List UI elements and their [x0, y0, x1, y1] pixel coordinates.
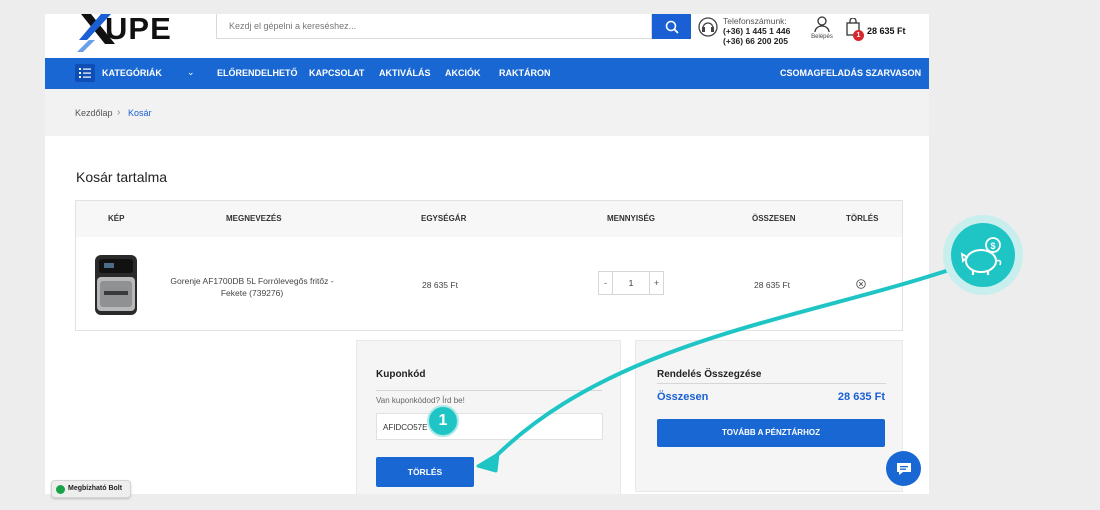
coupon-delete-button[interactable]: TÖRLÉS [376, 457, 474, 487]
nav-categories[interactable]: KATEGÓRIÁK [102, 68, 162, 78]
search-input[interactable]: Kezdj el gépelni a kereséshez... [216, 14, 652, 39]
decrease-button[interactable]: - [599, 272, 612, 294]
table-header: KÉP MEGNEVEZÉS EGYSÉGÁR MENNYISÉG ÖSSZES… [76, 201, 902, 237]
header: UPE Kezdj el gépelni a kereséshez... Tel… [45, 14, 929, 58]
divider [657, 383, 886, 384]
piggy-bank-circle: $ [951, 223, 1015, 287]
column-header-total: ÖSSZESEN [752, 214, 796, 223]
summary-heading: Rendelés Összegzése [657, 369, 762, 380]
column-header-unit-price: EGYSÉGÁR [421, 214, 467, 223]
step-number-badge: 1 [427, 405, 459, 437]
row-total: 28 635 Ft [754, 280, 790, 290]
cart-total: 28 635 Ft [867, 26, 906, 36]
coupon-code-input[interactable]: AFIDCO57E [376, 413, 603, 440]
column-header-quantity: MENNYISÉG [607, 214, 656, 223]
nav-item-contact[interactable]: KAPCSOLAT [309, 68, 364, 78]
cart-count-badge: 1 [853, 30, 864, 41]
nav-item-in-stock[interactable]: RAKTÁRON [499, 68, 551, 78]
logo[interactable]: UPE [75, 14, 195, 52]
summary-total-label: Összesen [657, 391, 709, 403]
piggy-bank-glyph: $ [960, 237, 1002, 275]
chat-icon [896, 462, 911, 475]
remove-item-icon[interactable] [856, 279, 866, 289]
coupon-hint: Van kuponkódod? Írd be! [376, 396, 465, 405]
column-header-name: MEGNEVEZÉS [226, 214, 282, 223]
cart-table: KÉP MEGNEVEZÉS EGYSÉGÁR MENNYISÉG ÖSSZES… [75, 200, 903, 331]
summary-total-value: 28 635 Ft [837, 391, 885, 403]
headset-icon [698, 17, 718, 37]
coupon-panel: Kuponkód Van kuponkódod? Írd be! AFIDCO5… [356, 340, 621, 494]
product-name-line-2: Fekete (739276) [220, 288, 284, 298]
quantity-input[interactable]: 1 [612, 272, 650, 294]
search-button[interactable] [652, 14, 691, 39]
login-label: Belépés [811, 34, 833, 40]
user-icon [814, 16, 830, 33]
increase-button[interactable]: + [650, 272, 663, 294]
chat-button[interactable] [886, 451, 921, 486]
logo-text: UPE [105, 14, 172, 46]
nav-item-preorder[interactable]: ELŐRENDELHETŐ [217, 68, 298, 78]
page-title: Kosár tartalma [76, 169, 168, 185]
nav-item-activation[interactable]: AKTIVÁLÁS [379, 68, 431, 78]
quantity-stepper: - 1 + [598, 271, 664, 295]
cart-button[interactable]: 1 28 635 Ft [843, 18, 913, 41]
product-name-line-1: Gorenje AF1700DB 5L Forrólevegős fritőz … [170, 276, 334, 286]
breadcrumb-current: Kosár [128, 108, 152, 118]
menu-icon[interactable] [75, 64, 95, 82]
phone-number-1[interactable]: (+36) 1 445 1 446 [723, 26, 790, 36]
column-header-image: KÉP [108, 214, 125, 223]
phone-contact: Telefonszámunk: (+36) 1 445 1 446 (+36) … [697, 14, 797, 48]
column-header-delete: TÖRLÉS [846, 214, 879, 223]
login-button[interactable]: Belépés [809, 14, 835, 44]
check-icon [56, 485, 65, 494]
divider [376, 390, 602, 391]
product-image[interactable] [92, 253, 140, 317]
list-icon [79, 68, 91, 78]
order-summary-panel: Rendelés Összegzése Összesen 28 635 Ft T… [635, 340, 903, 492]
product-name[interactable]: Gorenje AF1700DB 5L Forrólevegős fritőz … [158, 275, 346, 299]
piggy-bank-icon: $ [943, 215, 1023, 295]
trust-badge-label: Megbízható Bolt [68, 485, 123, 492]
unit-price: 28 635 Ft [422, 280, 458, 290]
checkout-button[interactable]: TOVÁBB A PÉNZTÁRHOZ [657, 419, 885, 447]
svg-text:$: $ [990, 241, 995, 251]
phone-label: Telefonszámunk: [723, 16, 787, 26]
chevron-down-icon[interactable]: ⌄ [187, 67, 195, 78]
page: UPE Kezdj el gépelni a kereséshez... Tel… [45, 14, 929, 494]
phone-number-2[interactable]: (+36) 66 200 205 [723, 36, 788, 46]
search-icon [665, 20, 679, 34]
coupon-heading: Kuponkód [376, 369, 426, 380]
breadcrumb-separator-icon: › [117, 107, 121, 118]
trust-badge[interactable]: Megbízható Bolt [51, 480, 131, 498]
main-nav: KATEGÓRIÁK ⌄ ELŐRENDELHETŐ KAPCSOLAT AKT… [45, 58, 929, 89]
breadcrumb: Kezdőlap › Kosár [45, 89, 929, 136]
breadcrumb-home[interactable]: Kezdőlap [75, 108, 113, 118]
nav-item-parcel-shipping[interactable]: CSOMAGFELADÁS SZARVASON [780, 68, 921, 78]
nav-item-sales[interactable]: AKCIÓK [445, 68, 481, 78]
